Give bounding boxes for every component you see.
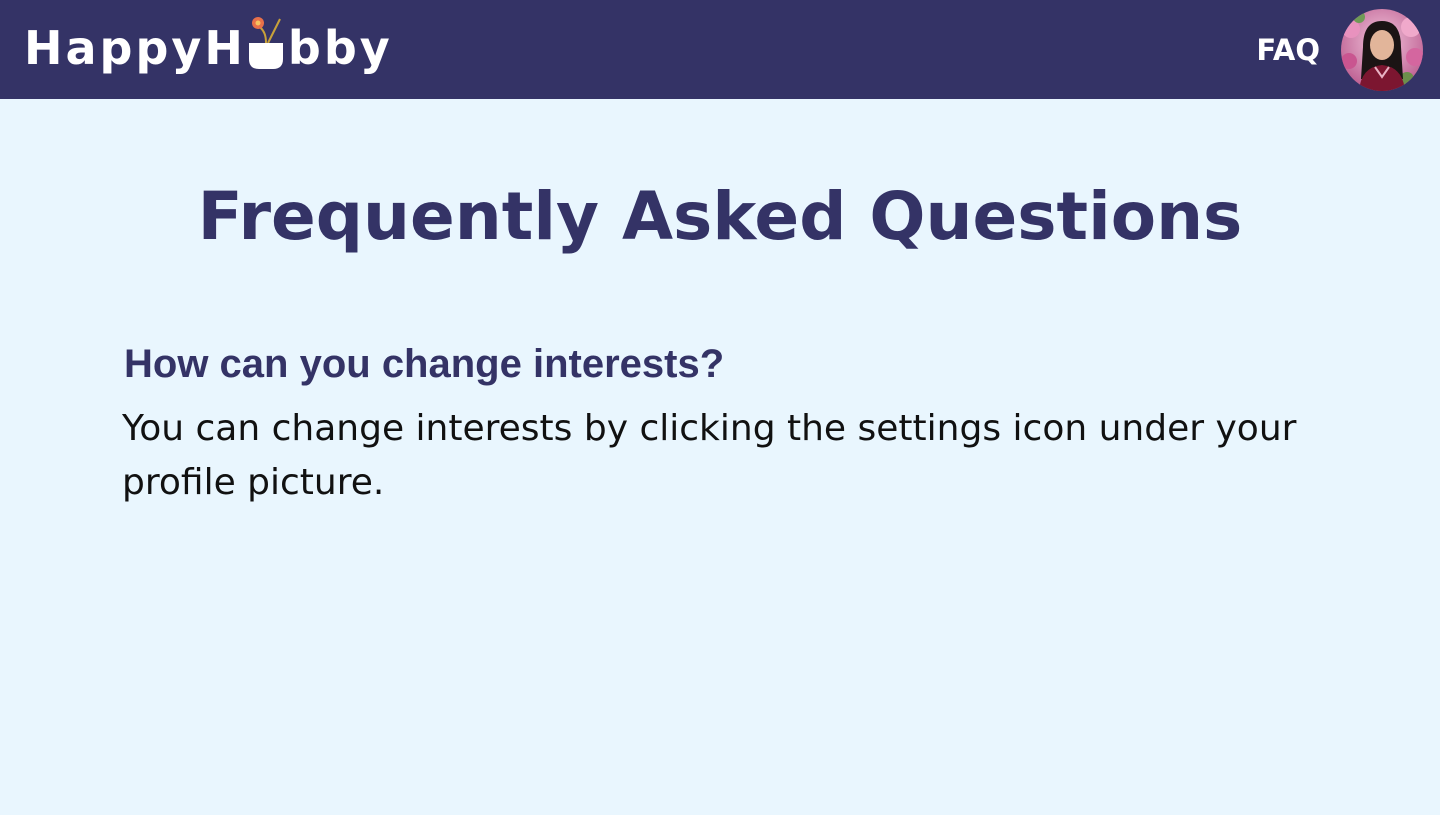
top-navigation-bar: HappyH bby FAQ bbox=[0, 0, 1440, 99]
avatar-image bbox=[1341, 9, 1423, 91]
plant-pot-icon bbox=[246, 17, 286, 71]
faq-answer: You can change interests by clicking the… bbox=[122, 408, 1297, 503]
faq-item: How can you change interests? You can ch… bbox=[122, 336, 1362, 510]
logo-text-end: bby bbox=[287, 21, 393, 75]
profile-avatar[interactable] bbox=[1341, 9, 1423, 91]
faq-question: How can you change interests? bbox=[124, 342, 725, 386]
logo-text-start: HappyH bbox=[24, 21, 246, 75]
nav-faq-link[interactable]: FAQ bbox=[1256, 30, 1320, 70]
page-title: Frequently Asked Questions bbox=[197, 178, 1243, 255]
happyhobby-logo[interactable]: HappyH bby bbox=[24, 16, 393, 80]
